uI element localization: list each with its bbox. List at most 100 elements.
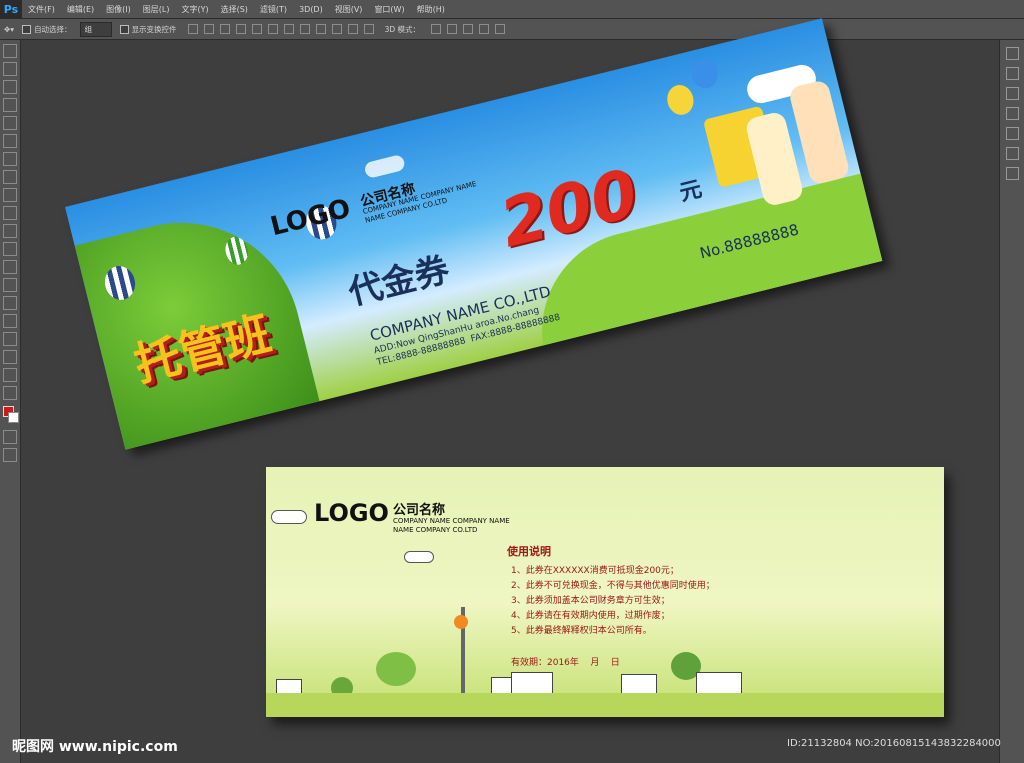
rule-item: 3、此券须加盖本公司财务章方可生效；	[511, 596, 670, 606]
menu-window[interactable]: 窗口(W)	[368, 0, 410, 18]
menu-view[interactable]: 视图(V)	[329, 0, 369, 18]
distribute-icon[interactable]	[299, 24, 310, 34]
eraser-icon[interactable]	[3, 224, 17, 238]
back-company-en-2: NAME COMPANY CO.LTD	[393, 526, 478, 534]
history-panel-icon[interactable]	[1006, 47, 1019, 60]
path-select-icon[interactable]	[3, 332, 17, 346]
menu-type[interactable]: 文字(Y)	[175, 0, 214, 18]
character-panel-icon[interactable]	[1006, 107, 1019, 120]
paragraph-panel-icon[interactable]	[1006, 127, 1019, 140]
align-icon[interactable]	[251, 24, 262, 34]
rule-item: 1、此券在XXXXXX消费可抵现金200元；	[511, 566, 679, 576]
screen-mode-icon[interactable]	[3, 448, 17, 462]
menu-select[interactable]: 选择(S)	[215, 0, 254, 18]
auto-select-label: 自动选择：	[34, 24, 72, 34]
voucher-label: 代金券	[344, 249, 454, 314]
distribute-icon[interactable]	[363, 24, 374, 34]
healing-brush-icon[interactable]	[3, 152, 17, 166]
lamp-head	[454, 615, 468, 629]
balloon	[664, 82, 697, 118]
zoom-tool-icon[interactable]	[3, 386, 17, 400]
hand-tool-icon[interactable]	[3, 368, 17, 382]
paint-bucket-icon[interactable]	[3, 242, 17, 256]
cloud-outline	[271, 510, 307, 524]
background-color-swatch[interactable]	[8, 412, 19, 423]
3d-pan-icon[interactable]	[463, 24, 473, 34]
menu-file[interactable]: 文件(F)	[22, 0, 61, 18]
align-icon[interactable]	[187, 24, 198, 34]
show-transform-label: 显示变换控件	[131, 24, 177, 34]
back-company-cn: 公司名称	[393, 503, 446, 518]
align-icon[interactable]	[203, 24, 214, 34]
menu-3d[interactable]: 3D(D)	[293, 0, 329, 18]
usage-rules: 1、此券在XXXXXX消费可抵现金200元； 2、此券不可兑换现金，不得与其他优…	[511, 564, 715, 639]
menu-help[interactable]: 帮助(H)	[411, 0, 451, 18]
blur-tool-icon[interactable]	[3, 260, 17, 274]
distribute-icon[interactable]	[315, 24, 326, 34]
marquee-tool-icon[interactable]	[3, 62, 17, 76]
align-icon[interactable]	[267, 24, 278, 34]
validity-date: 有效期：2016年 月 日	[511, 658, 620, 668]
house-illustration	[511, 672, 553, 694]
3d-slide-icon[interactable]	[479, 24, 489, 34]
rule-item: 4、此券请在有效期内使用，过期作废；	[511, 611, 670, 621]
image-id-text: ID:21132804 NO:20160815143832284000	[787, 738, 1001, 749]
layers-panel-icon[interactable]	[1006, 147, 1019, 160]
auto-select-dropdown[interactable]: 组	[79, 21, 112, 37]
crop-tool-icon[interactable]	[3, 116, 17, 130]
site-watermark: 昵图网 www.nipic.com	[12, 739, 178, 755]
quick-mask-icon[interactable]	[3, 430, 17, 444]
balloon	[688, 55, 721, 91]
3d-roll-icon[interactable]	[447, 24, 457, 34]
menu-edit[interactable]: 编辑(E)	[61, 0, 100, 18]
3d-mode-label: 3D 模式：	[384, 24, 420, 34]
move-tool-icon[interactable]	[3, 44, 17, 58]
3d-rotate-icon[interactable]	[431, 24, 441, 34]
shape-tool-icon[interactable]	[3, 350, 17, 364]
options-bar: ✥▾ 自动选择： 组 显示变换控件 3D 模式：	[0, 19, 1024, 40]
rule-item: 5、此券最终解释权归本公司所有。	[511, 626, 652, 636]
color-swatches[interactable]	[0, 404, 20, 426]
3d-mode-icons[interactable]	[424, 19, 512, 39]
cloud	[363, 153, 407, 180]
3d-panel-icon[interactable]	[1006, 167, 1019, 180]
menu-layer[interactable]: 图层(L)	[137, 0, 176, 18]
clone-stamp-icon[interactable]	[3, 188, 17, 202]
right-dock-panel	[999, 40, 1024, 763]
history-brush-icon[interactable]	[3, 206, 17, 220]
3d-scale-icon[interactable]	[495, 24, 505, 34]
distribute-icon[interactable]	[283, 24, 294, 34]
photoshop-logo-icon: Ps	[0, 0, 22, 18]
align-icon[interactable]	[219, 24, 230, 34]
usage-title: 使用说明	[507, 545, 551, 558]
auto-select-checkbox[interactable]: 自动选择：	[18, 19, 76, 39]
cloud-outline	[404, 551, 434, 563]
menu-image[interactable]: 图像(I)	[100, 0, 137, 18]
menu-bar: Ps 文件(F) 编辑(E) 图像(I) 图层(L) 文字(Y) 选择(S) 滤…	[0, 0, 1024, 19]
voucher-back: LOGO 公司名称 COMPANY NAME COMPANY NAME NAME…	[266, 467, 944, 717]
eyedropper-icon[interactable]	[3, 134, 17, 148]
house-illustration	[696, 672, 742, 694]
checkbox-icon	[22, 24, 32, 34]
align-icon[interactable]	[235, 24, 246, 34]
magic-wand-icon[interactable]	[3, 98, 17, 112]
properties-panel-icon[interactable]	[1006, 67, 1019, 80]
type-tool-icon[interactable]	[3, 314, 17, 328]
grass-ground	[266, 693, 944, 717]
pen-tool-icon[interactable]	[3, 296, 17, 310]
tools-panel	[0, 40, 21, 763]
tree-illustration	[376, 652, 416, 686]
move-tool-icon[interactable]: ✥▾	[0, 19, 18, 39]
rule-item: 2、此券不可兑换现金，不得与其他优惠同时使用；	[511, 581, 715, 591]
adjustments-panel-icon[interactable]	[1006, 87, 1019, 100]
back-logo: LOGO	[314, 499, 389, 527]
distribute-icon[interactable]	[331, 24, 342, 34]
dodge-tool-icon[interactable]	[3, 278, 17, 292]
show-transform-checkbox[interactable]: 显示变换控件	[116, 19, 181, 39]
lasso-tool-icon[interactable]	[3, 80, 17, 94]
align-icons[interactable]	[181, 19, 381, 39]
brush-tool-icon[interactable]	[3, 170, 17, 184]
checkbox-icon	[119, 24, 129, 34]
distribute-icon[interactable]	[347, 24, 358, 34]
menu-filter[interactable]: 滤镜(T)	[254, 0, 293, 18]
